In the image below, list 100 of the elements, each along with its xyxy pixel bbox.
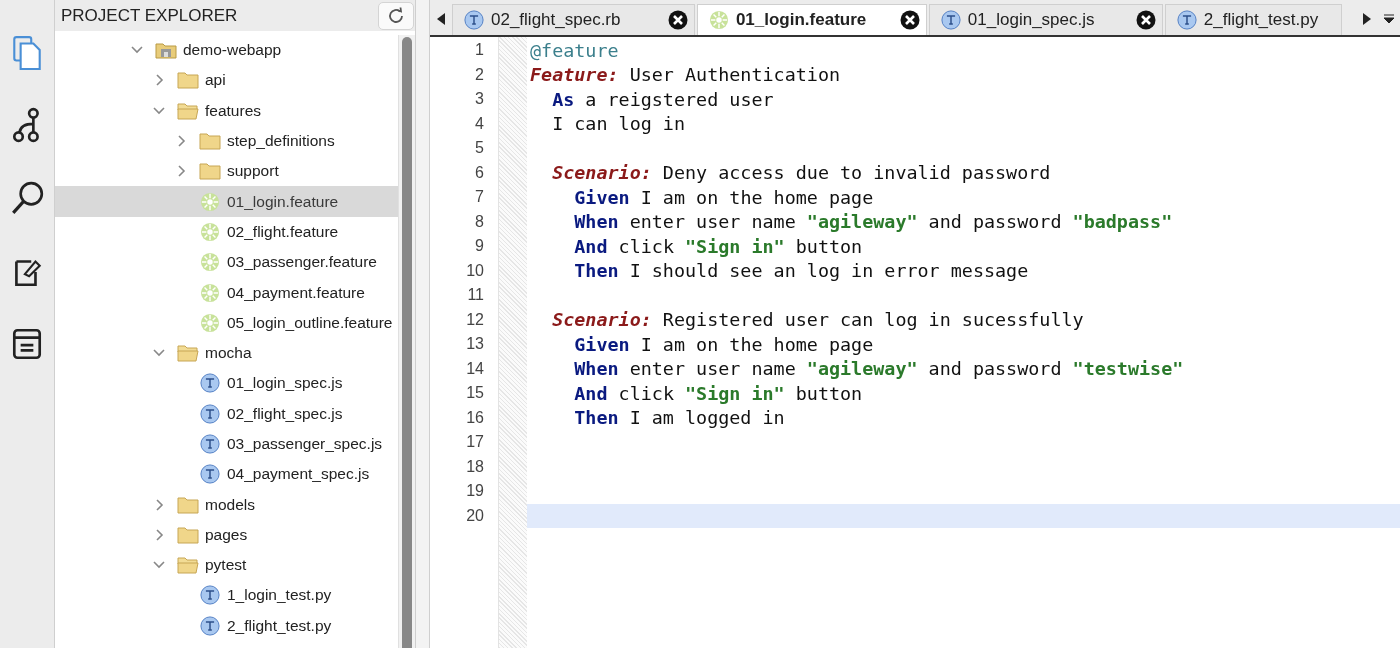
code-token: I can log in: [551, 113, 685, 135]
tree-item[interactable]: api: [55, 65, 398, 96]
cucumber-icon: [199, 191, 221, 212]
tree-item[interactable]: pytest: [55, 550, 398, 581]
test-file-icon: [463, 10, 485, 30]
tree-item[interactable]: 1_login_test.py: [55, 580, 398, 611]
code-token: "testwise": [1072, 358, 1184, 380]
code-token: Given: [573, 186, 630, 208]
code-token: enter user name: [628, 211, 797, 233]
tree-item[interactable]: 03_passenger.feature: [55, 247, 398, 278]
line-number: 5: [474, 138, 485, 159]
line-number: 6: [474, 162, 485, 183]
line-number: 8: [474, 211, 485, 232]
tree-item[interactable]: 05_login_outline.feature: [55, 307, 398, 338]
code-token: a reigstered user: [584, 88, 774, 110]
tree-item[interactable]: 01_login_spec.js: [55, 368, 398, 399]
close-icon[interactable]: [667, 10, 688, 30]
tree-item[interactable]: mocha: [55, 337, 398, 369]
refresh-icon: [386, 5, 406, 26]
code-token: "agileway": [806, 211, 918, 233]
code-token: click: [617, 235, 675, 257]
editor-tab[interactable]: 01_login_spec.js: [928, 4, 1163, 35]
test-file-icon: [939, 10, 962, 30]
line-number: 18: [465, 456, 485, 477]
tree-item[interactable]: 04_payment_spec.js: [55, 459, 398, 490]
code-token: "Sign in": [685, 382, 785, 404]
code-token: "agileway": [806, 358, 918, 380]
code-token: I should see an log in error message: [628, 260, 1029, 282]
code-token: As: [551, 88, 575, 110]
code-token: button: [794, 382, 863, 404]
code-token: and password: [927, 358, 1063, 380]
test-file-icon: [199, 373, 221, 394]
code-token: Scenario:: [551, 309, 652, 331]
tree-item[interactable]: support: [55, 156, 398, 187]
line-number: 19: [465, 481, 485, 502]
line-number: 13: [465, 334, 485, 355]
code-token: click: [617, 382, 675, 404]
code-token: @feature: [530, 39, 619, 61]
line-number: 10: [465, 260, 485, 281]
line-number: 11: [466, 285, 485, 306]
code-token: I am on the home page: [639, 186, 874, 208]
line-number: 12: [465, 309, 485, 330]
line-number: 16: [465, 407, 485, 428]
code-token: and password: [927, 211, 1063, 233]
scrollbar[interactable]: [398, 35, 415, 648]
line-number: 1: [474, 40, 485, 61]
code-token: Registered user can log in sucessfully: [661, 309, 1084, 331]
line-number: 3: [474, 89, 485, 110]
tree-item[interactable]: pages: [55, 519, 398, 551]
tree-item[interactable]: step_definitions: [55, 125, 398, 157]
editor-tab[interactable]: 01_login.feature: [696, 4, 927, 35]
tree-item[interactable]: 2_flight_test.py: [55, 610, 398, 641]
cucumber-icon: [199, 282, 221, 303]
code-token: Then: [573, 407, 619, 429]
close-icon[interactable]: [899, 10, 920, 30]
tree-item[interactable]: features: [55, 95, 398, 126]
close-icon[interactable]: [1135, 10, 1156, 30]
code-token: And: [573, 235, 608, 257]
code-token: button: [794, 235, 863, 257]
line-number: 17: [465, 432, 485, 453]
line-number: 9: [474, 236, 485, 257]
line-number: 14: [465, 358, 485, 379]
code-token: Feature:: [530, 64, 619, 86]
test-file-icon: [199, 615, 221, 636]
tree-item[interactable]: 03_passenger_spec.js: [55, 428, 398, 460]
code-token: I am logged in: [628, 407, 785, 429]
test-file-icon: [199, 434, 221, 454]
code-token: User Authentication: [628, 64, 841, 86]
code-token: Then: [573, 260, 619, 282]
code-token: Scenario:: [551, 162, 652, 184]
cucumber-icon: [199, 221, 221, 242]
refresh-button[interactable]: [378, 1, 414, 30]
code-token: I am on the home page: [639, 333, 874, 355]
files-icon[interactable]: [10, 34, 44, 70]
code-token: enter user name: [628, 358, 797, 380]
line-number: 20: [465, 505, 485, 526]
code-token: Given: [573, 333, 630, 355]
code-token: Deny access due to invalid password: [661, 162, 1051, 184]
editor-tab[interactable]: 02_flight_spec.rb: [452, 4, 695, 35]
tree-item[interactable]: models: [55, 489, 398, 520]
tree-item[interactable]: 04_payment.feature: [55, 277, 398, 308]
cucumber-icon: [707, 10, 730, 30]
test-file-icon: [199, 585, 221, 606]
line-number: 4: [474, 113, 485, 134]
cucumber-icon: [199, 252, 221, 273]
tree-item[interactable]: demo-webapp: [55, 35, 398, 66]
test-file-icon: [199, 403, 221, 424]
line-number: 2: [474, 64, 485, 85]
test-file-icon: [1175, 10, 1198, 30]
tree-item[interactable]: 02_flight.feature: [55, 216, 398, 248]
editor-tab[interactable]: 2_flight_test.py: [1164, 4, 1342, 35]
panel-title: PROJECT EXPLORER: [61, 5, 238, 26]
document-list-icon[interactable]: [10, 326, 44, 362]
code-token: "badpass": [1072, 211, 1173, 233]
tree-item[interactable]: 02_flight_spec.js: [55, 398, 398, 429]
test-file-icon: [199, 464, 221, 485]
search-icon[interactable]: [10, 180, 44, 216]
code-token: "Sign in": [685, 235, 785, 257]
cucumber-icon: [199, 312, 221, 333]
tree-item[interactable]: 01_login.feature: [55, 186, 398, 217]
